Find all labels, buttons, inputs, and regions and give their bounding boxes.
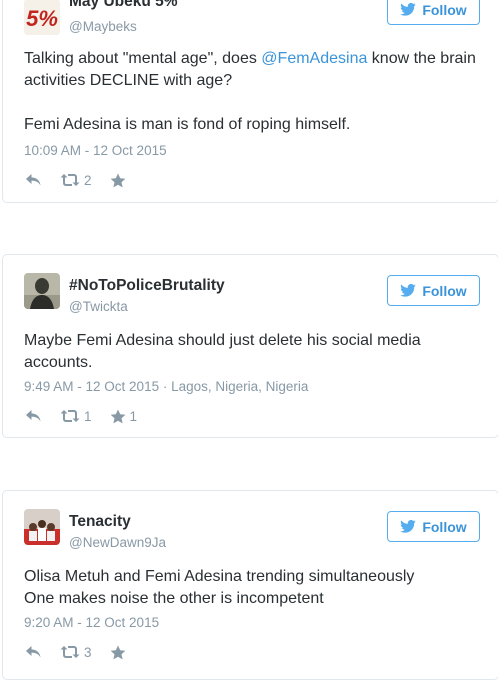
retweet-count: 1 [84, 408, 92, 424]
avatar-person-icon [24, 273, 60, 309]
tweet-text-part: Talking about "mental age", does [24, 50, 262, 67]
tweet-meta: 9:49 AM - 12 Oct 2015 · Lagos, Nigeria, … [24, 379, 308, 394]
retweet-icon [60, 174, 80, 186]
retweet-count: 3 [84, 644, 92, 660]
display-name[interactable]: May Ubeku 5% [69, 0, 178, 11]
follow-label: Follow [422, 518, 467, 535]
retweet-button[interactable]: 1 [60, 409, 92, 424]
tweet-card: #NoToPoliceBrutality @Twickta Follow May… [2, 254, 498, 438]
like-count: 1 [129, 408, 138, 424]
retweet-button[interactable]: 2 [60, 173, 92, 188]
twitter-bird-icon [400, 520, 417, 533]
mention-link[interactable]: @FemAdesina [261, 50, 367, 67]
tweet-card: Tenacity @NewDawn9Ja Follow Olisa Metuh … [2, 490, 498, 680]
tweet-card: 5% May Ubeku 5% @Maybeks Follow Talking … [2, 0, 498, 203]
tweet-timestamp[interactable]: 9:49 AM - 12 Oct 2015 [24, 379, 159, 394]
follow-label: Follow [422, 1, 467, 18]
retweet-count: 2 [84, 172, 92, 188]
avatar-lettering: 5% [26, 6, 58, 31]
tweet-actions: 3 [25, 643, 148, 661]
tweet-text: Talking about "mental age", does @FemAde… [24, 48, 480, 136]
follow-button[interactable]: Follow [387, 0, 480, 25]
follow-button[interactable]: Follow [387, 275, 480, 306]
like-star-icon [110, 173, 125, 187]
reply-button[interactable] [25, 173, 42, 187]
follow-button[interactable]: Follow [387, 511, 480, 542]
twitter-bird-icon [400, 3, 417, 16]
tweet-timestamp[interactable]: 10:09 AM - 12 Oct 2015 [24, 143, 167, 158]
tweet-timestamp[interactable]: 9:20 AM - 12 Oct 2015 [24, 615, 159, 630]
display-name[interactable]: Tenacity [69, 513, 131, 531]
tweet-text-line: One makes noise the other is incompetent [24, 590, 324, 607]
reply-button[interactable] [25, 645, 42, 659]
reply-icon [26, 174, 41, 186]
user-handle[interactable]: @Maybeks [69, 19, 137, 34]
tweet-location: · Lagos, Nigeria, Nigeria [159, 379, 309, 394]
avatar-group-photo-icon [24, 509, 60, 545]
avatar[interactable] [24, 509, 60, 545]
follow-label: Follow [422, 282, 467, 299]
tweet-actions: 1 1 [25, 407, 155, 425]
reply-icon [26, 646, 41, 658]
user-handle[interactable]: @Twickta [69, 299, 128, 314]
retweet-icon [60, 410, 80, 422]
tweet-text-line: Femi Adesina is man is fond of roping hi… [24, 116, 351, 133]
like-button[interactable] [110, 173, 130, 188]
reply-button[interactable] [25, 409, 42, 423]
like-star-icon [110, 645, 125, 659]
retweet-icon [60, 646, 80, 658]
avatar[interactable]: 5% [24, 0, 60, 35]
like-button[interactable]: 1 [110, 408, 138, 424]
twitter-bird-icon [400, 284, 417, 297]
user-handle[interactable]: @NewDawn9Ja [69, 535, 166, 550]
avatar[interactable] [24, 273, 60, 309]
avatar-5-percent-icon: 5% [24, 0, 60, 35]
like-button[interactable] [110, 645, 130, 660]
reply-icon [26, 410, 41, 422]
tweet-text: Olisa Metuh and Femi Adesina trending si… [24, 566, 480, 610]
retweet-button[interactable]: 3 [60, 645, 92, 660]
like-star-icon [110, 409, 125, 423]
tweet-text: Maybe Femi Adesina should just delete hi… [24, 330, 480, 374]
tweet-actions: 2 [25, 171, 148, 189]
tweet-text-line: Maybe Femi Adesina should just delete hi… [24, 332, 421, 371]
display-name[interactable]: #NoToPoliceBrutality [69, 277, 225, 295]
tweet-text-line: Olisa Metuh and Femi Adesina trending si… [24, 568, 415, 585]
